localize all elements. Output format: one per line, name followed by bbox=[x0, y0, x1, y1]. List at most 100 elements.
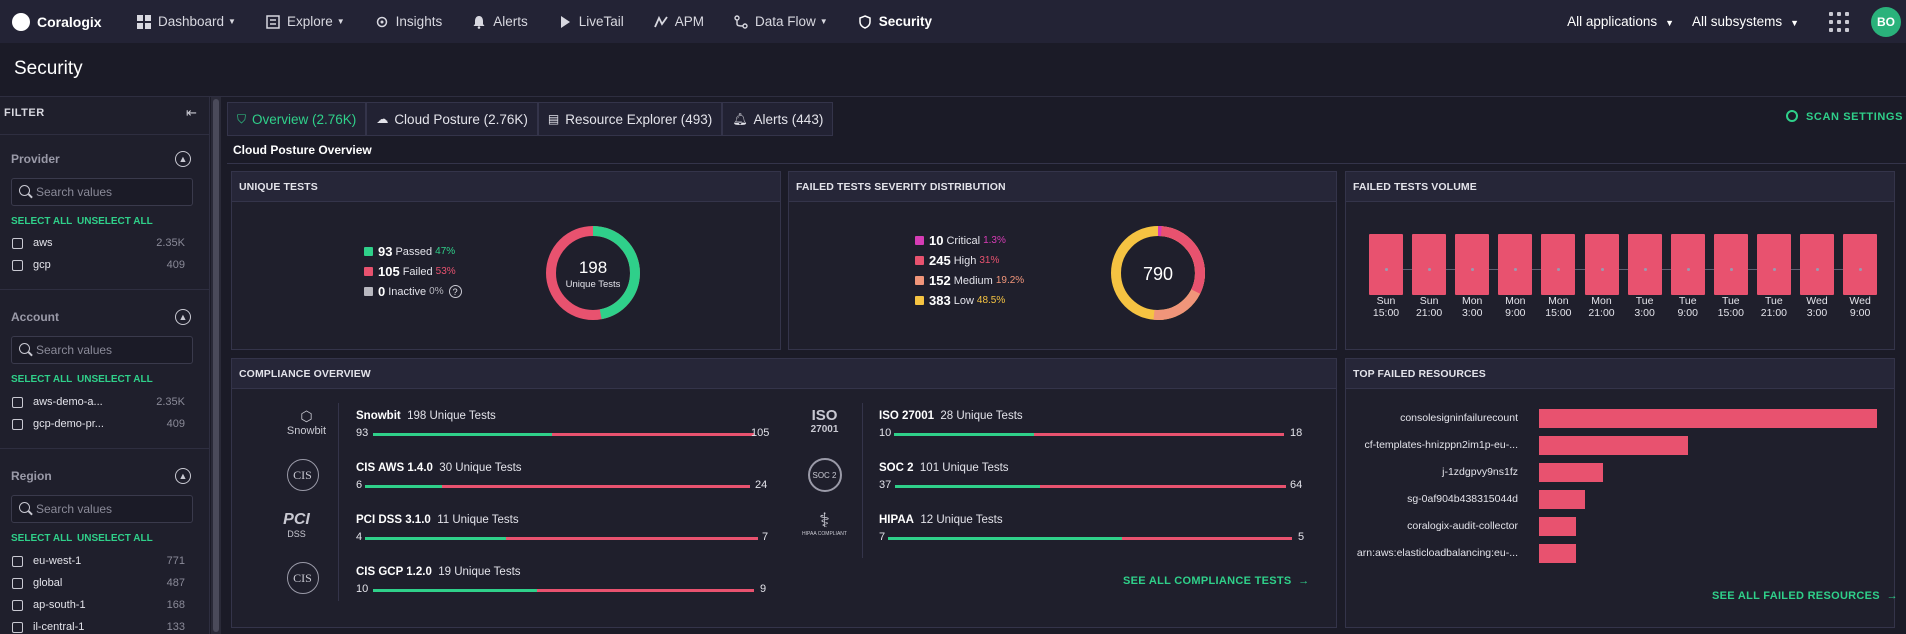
nav-data-flow[interactable]: Data Flow ▼ bbox=[734, 14, 828, 29]
tab-cloud-posture[interactable]: ☁ Cloud Posture (2.76K) bbox=[366, 102, 538, 136]
compliance-name: ISO 27001 28 Unique Tests bbox=[879, 410, 1023, 422]
tab-bar: ⛉ Overview (2.76K) ☁ Cloud Posture (2.76K)… bbox=[227, 102, 834, 136]
checkbox[interactable] bbox=[12, 418, 23, 430]
region-unselect-all[interactable]: UNSELECT ALL bbox=[77, 533, 153, 544]
account-unselect-all[interactable]: UNSELECT ALL bbox=[77, 374, 153, 385]
nav-insights[interactable]: Insights bbox=[375, 14, 442, 29]
failed-fill bbox=[536, 589, 754, 592]
chevron-up-icon[interactable]: ▲ bbox=[175, 309, 191, 325]
filter-option[interactable]: ap-south-1 168 bbox=[12, 597, 197, 613]
nav-explore[interactable]: Explore ▼ bbox=[266, 14, 345, 29]
divider bbox=[0, 134, 210, 135]
avatar[interactable]: BO bbox=[1871, 6, 1901, 37]
volume-bar[interactable] bbox=[1412, 234, 1447, 295]
see-all-compliance-link[interactable]: SEE ALL COMPLIANCE TESTS → bbox=[1123, 575, 1310, 587]
filter-option[interactable]: eu-west-1 771 bbox=[12, 553, 197, 569]
filter-option[interactable]: global 487 bbox=[12, 575, 197, 591]
failed-fill bbox=[1034, 433, 1284, 436]
filter-option[interactable]: gcp 409 bbox=[12, 257, 197, 273]
volume-bar[interactable] bbox=[1713, 234, 1748, 295]
volume-bar[interactable] bbox=[1843, 234, 1878, 295]
scan-settings-button[interactable]: SCAN SETTINGS bbox=[1786, 110, 1903, 123]
region-select-all[interactable]: SELECT ALL bbox=[11, 533, 72, 544]
volume-bar[interactable] bbox=[1584, 234, 1619, 295]
compliance-progress-bar bbox=[888, 537, 1292, 540]
nav-apm[interactable]: APM bbox=[653, 14, 704, 29]
soc2-icon: SOC 2 bbox=[802, 458, 847, 492]
volume-axis-label: Mon 21:00 bbox=[1588, 295, 1615, 319]
sidebar-scrollbar[interactable] bbox=[211, 97, 221, 634]
coralogix-logo[interactable]: Coralogix bbox=[12, 12, 137, 31]
region-search-input[interactable]: Search values bbox=[11, 495, 193, 523]
resource-bar[interactable] bbox=[1539, 490, 1585, 509]
filter-sidebar: FILTER ⇤ Provider ▲ Search values SELECT… bbox=[0, 97, 210, 634]
checkbox[interactable] bbox=[12, 577, 23, 589]
legend-medium: 152 Medium 19.2% bbox=[915, 273, 1024, 288]
volume-axis-label: Tue 15:00 bbox=[1717, 295, 1744, 319]
chevron-up-icon[interactable]: ▲ bbox=[175, 468, 191, 484]
donut-center-value: 790 bbox=[1143, 264, 1173, 284]
volume-bar[interactable] bbox=[1455, 234, 1490, 295]
subsystems-select[interactable]: All subsystems ▼ bbox=[1692, 14, 1799, 29]
resource-bar[interactable] bbox=[1539, 517, 1576, 536]
volume-bar[interactable] bbox=[1369, 234, 1403, 295]
checkbox[interactable] bbox=[12, 237, 23, 249]
tab-overview[interactable]: ⛉ Overview (2.76K) bbox=[227, 102, 367, 136]
see-all-failed-resources-link[interactable]: SEE ALL FAILED RESOURCES → bbox=[1712, 590, 1898, 602]
account-search-input[interactable]: Search values bbox=[11, 336, 193, 364]
tab-alerts[interactable]: 🔔︎ Alerts (443) bbox=[722, 102, 834, 136]
volume-panel: FAILED TESTS VOLUME Sun 15:00 Sun 21:00 Mon 3… bbox=[1345, 171, 1895, 350]
volume-bar[interactable] bbox=[1541, 234, 1576, 295]
compliance-name: PCI DSS 3.1.0 11 Unique Tests bbox=[356, 514, 519, 526]
filter-option[interactable]: gcp-demo-pr... 409 bbox=[12, 416, 197, 432]
filter-option[interactable]: il-central-1 133 bbox=[12, 619, 197, 634]
volume-point bbox=[1816, 268, 1819, 271]
volume-axis-label: Tue 3:00 bbox=[1634, 295, 1655, 319]
panel-title: UNIQUE TESTS bbox=[232, 172, 780, 202]
compliance-panel: COMPLIANCE OVERVIEW ⬡ Snowbit Snowbit 198… bbox=[231, 358, 1337, 628]
donut-center-label: Unique Tests bbox=[566, 279, 621, 290]
resource-bar[interactable] bbox=[1539, 436, 1688, 455]
volume-bar[interactable] bbox=[1800, 234, 1834, 295]
nav-alerts[interactable]: Alerts bbox=[472, 14, 528, 29]
filter-option[interactable]: aws-demo-a... 2.35K bbox=[12, 394, 197, 410]
filter-option[interactable]: aws 2.35K bbox=[12, 235, 197, 251]
compliance-name: CIS GCP 1.2.0 19 Unique Tests bbox=[356, 566, 521, 578]
provider-select-all[interactable]: SELECT ALL bbox=[11, 216, 72, 227]
apps-grid-icon[interactable] bbox=[1829, 11, 1849, 32]
divider bbox=[0, 289, 210, 290]
legend-swatch bbox=[364, 247, 373, 256]
nav-livetail[interactable]: LiveTail bbox=[558, 14, 624, 29]
applications-select[interactable]: All applications ▼ bbox=[1567, 14, 1674, 29]
checkbox[interactable] bbox=[12, 621, 23, 633]
nav-dashboard[interactable]: Dashboard ▼ bbox=[137, 14, 236, 29]
checkbox[interactable] bbox=[12, 259, 23, 271]
bell-icon: 🔔︎ bbox=[732, 112, 748, 126]
volume-axis-label: Mon 15:00 bbox=[1545, 295, 1572, 319]
nav-security[interactable]: Security bbox=[858, 14, 932, 29]
tab-resource-explorer[interactable]: ▤ Resource Explorer (493) bbox=[537, 102, 723, 136]
resource-bar[interactable] bbox=[1539, 463, 1604, 482]
checkbox[interactable] bbox=[12, 396, 23, 408]
volume-bar[interactable] bbox=[1627, 234, 1662, 295]
compliance-name: CIS AWS 1.4.0 30 Unique Tests bbox=[356, 462, 522, 474]
help-icon[interactable]: ? bbox=[448, 285, 462, 298]
resource-bar[interactable] bbox=[1539, 409, 1877, 428]
checkbox[interactable] bbox=[12, 555, 23, 567]
volume-bar[interactable] bbox=[1756, 234, 1791, 295]
chevron-up-icon[interactable]: ▲ bbox=[175, 151, 191, 167]
collapse-sidebar-icon[interactable]: ⇤ bbox=[186, 105, 197, 121]
passed-fill bbox=[373, 433, 553, 436]
compliance-failed-count: 7 bbox=[762, 531, 769, 543]
checkbox[interactable] bbox=[12, 599, 23, 611]
provider-search-input[interactable]: Search values bbox=[11, 178, 193, 206]
account-select-all[interactable]: SELECT ALL bbox=[11, 374, 72, 385]
resource-bar[interactable] bbox=[1539, 544, 1576, 563]
resource-label: consolesigninfailurecount bbox=[1400, 412, 1518, 424]
volume-axis-label: Sun 15:00 bbox=[1372, 295, 1400, 319]
volume-point bbox=[1600, 268, 1604, 271]
volume-bar[interactable] bbox=[1498, 234, 1533, 295]
volume-axis-label: Wed 3:00 bbox=[1806, 295, 1828, 319]
provider-unselect-all[interactable]: UNSELECT ALL bbox=[77, 216, 153, 227]
volume-bar[interactable] bbox=[1670, 234, 1705, 295]
